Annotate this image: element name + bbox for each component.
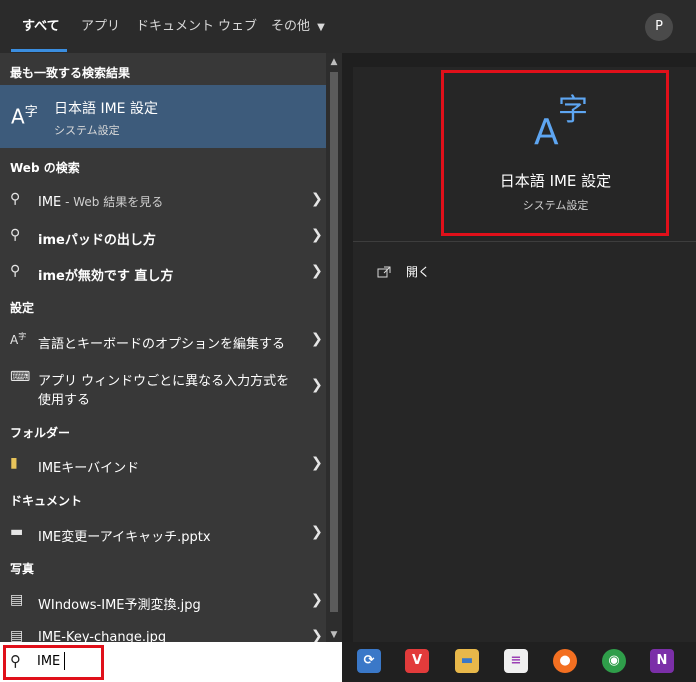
- image-file-icon: ▤: [10, 592, 24, 608]
- scroll-down-icon[interactable]: ▼: [329, 630, 339, 640]
- annotation-highlight-box: [441, 70, 669, 236]
- web-result-label: IME: [38, 195, 62, 210]
- chevron-right-icon: ❯: [311, 227, 323, 243]
- search-icon: ⚲: [10, 263, 21, 279]
- best-match-title: 日本語 IME 設定: [54, 101, 158, 117]
- best-match-item[interactable]: [0, 85, 326, 148]
- setting-label-line2: 使用する: [38, 393, 91, 408]
- folder-ime-keybind[interactable]: ▮ IMEキーバインド ❯: [0, 453, 326, 477]
- best-match-subtitle: システム設定: [54, 124, 120, 137]
- tab-documents[interactable]: ドキュメント: [136, 0, 214, 53]
- web-result-ime-pad[interactable]: ⚲ imeパッドの出し方 ❯: [0, 225, 326, 249]
- document-ime-eyecatch[interactable]: ▬ IME変更ーアイキャッチ.pptx ❯: [0, 522, 326, 546]
- web-result-suffix: - Web 結果を見る: [61, 195, 164, 209]
- chrome-icon[interactable]: ◉: [602, 649, 626, 673]
- active-tab-indicator: [11, 49, 67, 52]
- vivaldi-icon[interactable]: V: [405, 649, 429, 673]
- chevron-right-icon: ❯: [311, 592, 323, 608]
- tab-all[interactable]: すべて: [22, 0, 60, 53]
- photo-ime-key-change[interactable]: ▤ IME-Key-change.jpg ❯: [0, 626, 326, 642]
- settings-header: 設定: [10, 301, 35, 315]
- search-icon: ⚲: [10, 191, 21, 207]
- documents-header: ドキュメント: [10, 494, 83, 508]
- chevron-down-icon: ▼: [317, 22, 325, 33]
- tab-more[interactable]: その他 ▼: [271, 0, 325, 53]
- setting-label-line1: アプリ ウィンドウごとに異なる入力方式を: [38, 374, 290, 389]
- photo-label: WIndows-IME予測変換.jpg: [38, 598, 201, 613]
- file-explorer-icon[interactable]: ▬: [455, 649, 479, 673]
- chevron-right-icon: ❯: [311, 455, 323, 471]
- notepad-icon[interactable]: ≡: [504, 649, 528, 673]
- setting-per-app-input[interactable]: ⌨ アプリ ウィンドウごとに異なる入力方式を 使用する ❯: [0, 367, 326, 409]
- tab-apps[interactable]: アプリ: [81, 0, 120, 53]
- scroll-up-icon[interactable]: ▲: [329, 57, 339, 67]
- chevron-right-icon: ❯: [311, 191, 323, 207]
- tab-web[interactable]: ウェブ: [218, 0, 257, 53]
- photo-windows-ime[interactable]: ▤ WIndows-IME予測変換.jpg ❯: [0, 590, 326, 614]
- web-result-label: imeパッドの出し方: [38, 233, 156, 248]
- folder-label: IMEキーバインド: [38, 461, 140, 476]
- folder-icon: ▮: [10, 455, 18, 471]
- onenote-icon[interactable]: N: [650, 649, 674, 673]
- chevron-right-icon: ❯: [311, 263, 323, 279]
- web-search-header: Web の検索: [10, 161, 80, 175]
- web-result-label: imeが無効です 直し方: [38, 269, 174, 284]
- document-label: IME変更ーアイキャッチ.pptx: [38, 530, 211, 545]
- photo-label: IME-Key-change.jpg: [38, 630, 167, 642]
- ime-settings-icon: A字: [11, 104, 38, 129]
- open-icon[interactable]: [377, 263, 391, 278]
- web-result-ime-disabled[interactable]: ⚲ imeが無効です 直し方 ❯: [0, 261, 326, 285]
- best-match-header: 最も一致する検索結果: [10, 66, 131, 80]
- firefox-icon[interactable]: ●: [553, 649, 577, 673]
- avatar[interactable]: P: [645, 13, 673, 41]
- presentation-file-icon: ▬: [10, 524, 24, 540]
- ime-settings-icon: A字: [10, 332, 27, 347]
- chevron-right-icon: ❯: [311, 331, 323, 347]
- open-action-label[interactable]: 開く: [406, 263, 430, 280]
- setting-label: 言語とキーボードのオプションを編集する: [38, 337, 286, 352]
- chevron-right-icon: ❯: [311, 377, 323, 393]
- search-icon: ⚲: [10, 227, 21, 243]
- annotation-highlight-box: [3, 645, 104, 680]
- chevron-right-icon: ❯: [311, 524, 323, 540]
- keyboard-icon: ⌨: [10, 369, 31, 385]
- remote-desktop-icon[interactable]: ⟳: [357, 649, 381, 673]
- chevron-right-icon: ❯: [311, 628, 323, 642]
- preview-divider: [353, 241, 696, 242]
- tab-more-label: その他: [271, 19, 311, 34]
- setting-language-keyboard[interactable]: A字 言語とキーボードのオプションを編集する ❯: [0, 329, 326, 353]
- image-file-icon: ▤: [10, 628, 24, 642]
- folders-header: フォルダー: [10, 426, 71, 440]
- web-result-ime[interactable]: ⚲ IME - Web 結果を見る ❯: [0, 189, 326, 213]
- scrollbar-thumb[interactable]: [330, 72, 338, 612]
- photos-header: 写真: [10, 562, 35, 576]
